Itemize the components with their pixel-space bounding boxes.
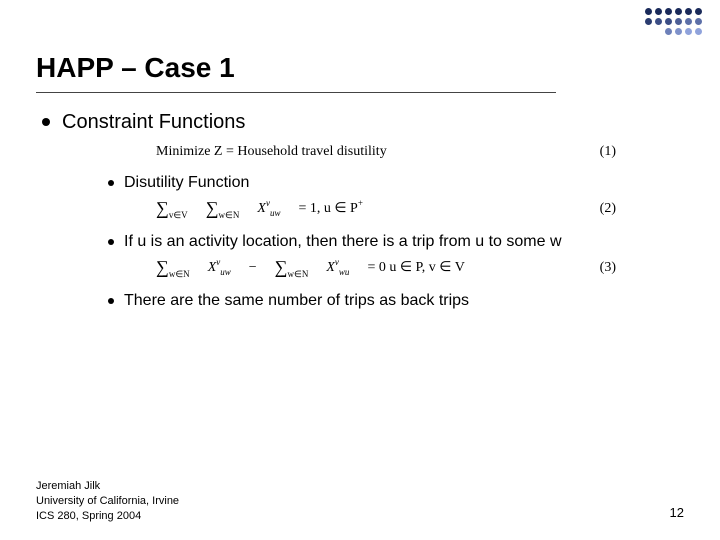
dot-icon — [695, 28, 702, 35]
eq3-sub-a: uw — [220, 267, 231, 277]
bullet-1-text: Disutility Function — [124, 174, 249, 192]
bullet-3-text: There are the same number of trips as ba… — [124, 292, 469, 310]
eq2-sub2: w∈N — [219, 210, 240, 220]
eq3-sup-b: v — [335, 257, 339, 267]
bullet-icon — [108, 239, 114, 245]
dot-icon — [685, 8, 692, 15]
eq3-sup-a: v — [216, 257, 220, 267]
page-number: 12 — [670, 505, 684, 520]
equation-3-body: ∑w∈N Xvuw − ∑w∈N Xvwu = 0 u ∈ P, v ∈ V — [156, 257, 465, 278]
slide-title: HAPP – Case 1 — [36, 20, 556, 93]
dot-icon — [655, 8, 662, 15]
bullet-icon — [108, 180, 114, 186]
eq2-sub1: v∈V — [169, 210, 188, 220]
equation-2: ∑v∈V ∑w∈N Xvuw = 1, u ∈ P+ (2) — [156, 198, 684, 219]
bullet-icon — [42, 118, 50, 126]
section-label: Constraint Functions — [62, 111, 245, 134]
dot-icon — [685, 28, 692, 35]
dot-icon — [665, 28, 672, 35]
dot-icon — [645, 18, 652, 25]
dot-icon — [675, 18, 682, 25]
eq1-body: Minimize Z = Household travel disutility — [156, 144, 387, 160]
dot-icon — [695, 8, 702, 15]
eq3-minus: − — [249, 260, 257, 276]
footer: Jeremiah Jilk University of California, … — [36, 479, 179, 524]
slide: HAPP – Case 1 Constraint Functions Minim… — [0, 0, 720, 540]
eq2-rhs-sup: + — [358, 198, 363, 208]
decorative-dots — [645, 8, 702, 35]
eq3-sub2: w∈N — [288, 269, 309, 279]
eq2-rhs: = 1, u ∈ P — [298, 201, 357, 216]
bullet-icon — [108, 298, 114, 304]
equation-1-number: (1) — [600, 144, 616, 160]
eq3-sub-b: wu — [339, 267, 350, 277]
equation-2-body: ∑v∈V ∑w∈N Xvuw = 1, u ∈ P+ — [156, 198, 363, 219]
eq2-var: X — [257, 201, 266, 216]
footer-line-3: ICS 280, Spring 2004 — [36, 509, 179, 524]
bullet-3: There are the same number of trips as ba… — [108, 292, 684, 310]
eq2-sup: v — [266, 198, 270, 208]
dot-icon — [655, 18, 662, 25]
dot-icon — [675, 28, 682, 35]
dot-icon — [685, 18, 692, 25]
eq3-sub1: w∈N — [169, 269, 190, 279]
eq3-rhs: = 0 u ∈ P, v ∈ V — [367, 259, 464, 276]
eq3-var-a: X — [208, 260, 217, 275]
dot-icon — [675, 8, 682, 15]
bullet-2: If u is an activity location, then there… — [108, 233, 684, 251]
eq3-var-b: X — [326, 260, 335, 275]
dot-icon — [645, 8, 652, 15]
dot-icon — [665, 8, 672, 15]
bullet-1: Disutility Function — [108, 174, 684, 192]
equation-1: Minimize Z = Household travel disutility… — [156, 144, 684, 160]
footer-line-1: Jeremiah Jilk — [36, 479, 179, 494]
equation-3: ∑w∈N Xvuw − ∑w∈N Xvwu = 0 u ∈ P, v ∈ V (… — [156, 257, 684, 278]
eq2-sub: uw — [270, 208, 281, 218]
dot-icon — [665, 18, 672, 25]
equation-1-text: Minimize Z = Household travel disutility — [156, 144, 387, 160]
section-row: Constraint Functions — [42, 111, 684, 134]
equation-3-number: (3) — [600, 260, 616, 276]
dot-icon — [645, 28, 652, 35]
dot-icon — [695, 18, 702, 25]
equation-2-number: (2) — [600, 201, 616, 217]
bullet-2-text: If u is an activity location, then there… — [124, 233, 562, 251]
footer-line-2: University of California, Irvine — [36, 494, 179, 509]
dot-icon — [655, 28, 662, 35]
